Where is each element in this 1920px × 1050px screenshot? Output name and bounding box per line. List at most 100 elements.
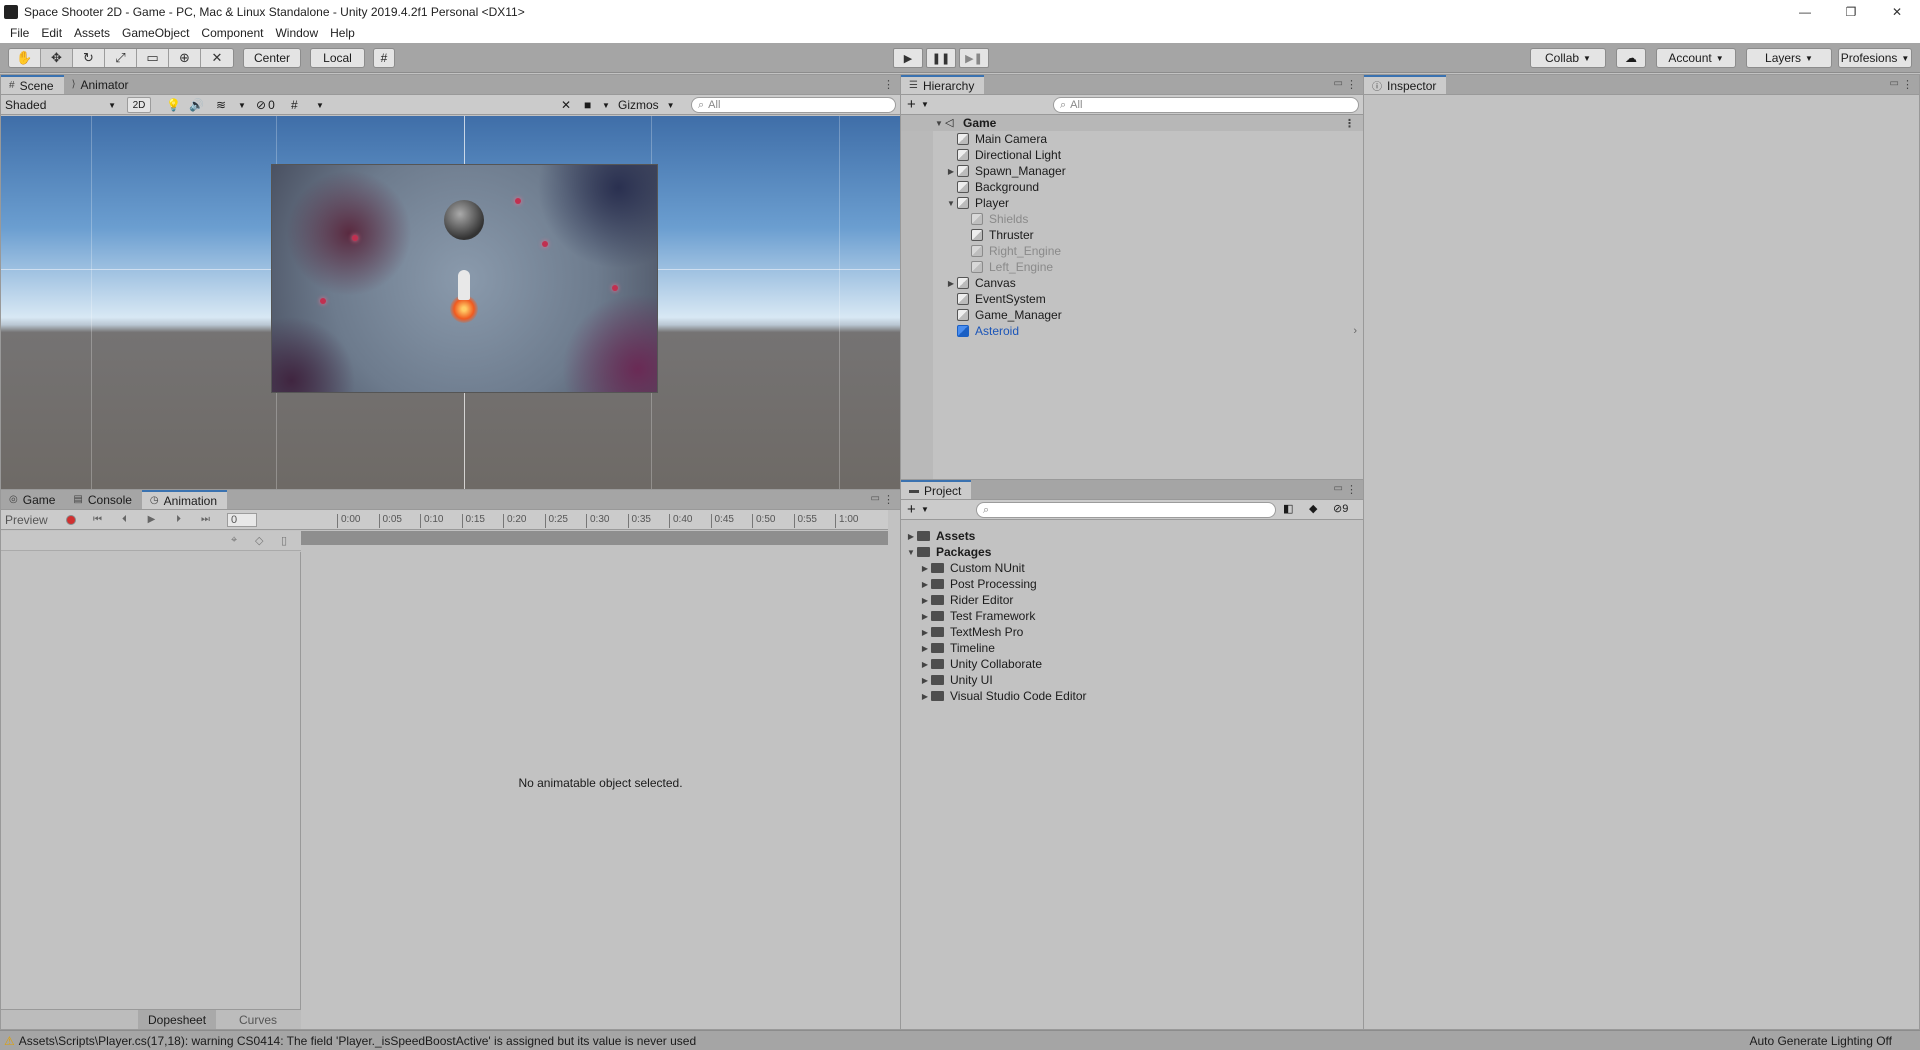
play-icon[interactable]: ▶	[138, 511, 165, 529]
filter-by-type-icon[interactable]: ◧	[1283, 502, 1293, 515]
lock-icon[interactable]: ▭	[1334, 483, 1343, 494]
tab-inspector[interactable]: ⓘ Inspector	[1364, 75, 1447, 94]
list-item[interactable]: Background	[901, 179, 1363, 195]
hand-tool-icon[interactable]: ✋	[9, 49, 41, 67]
folder-assets[interactable]: ▶ Assets	[901, 528, 1363, 544]
pause-icon[interactable]: ❚❚	[926, 48, 956, 68]
filter-by-selection-icon[interactable]: ⌖	[231, 534, 237, 547]
step-icon[interactable]: ▶❚	[959, 48, 989, 68]
menu-window[interactable]: Window	[269, 26, 324, 40]
list-item[interactable]: Thruster	[901, 227, 1363, 243]
tab-dopesheet[interactable]: Dopesheet	[138, 1010, 217, 1029]
lock-icon[interactable]: ▭	[1334, 78, 1343, 89]
menu-help[interactable]: Help	[324, 26, 361, 40]
filter-by-label-icon[interactable]: ◆	[1309, 502, 1317, 515]
package-item[interactable]: ▶ TextMesh Pro	[901, 624, 1363, 640]
audio-icon[interactable]: 🔊	[189, 97, 204, 113]
transform-tool-icon[interactable]: ⊕	[169, 49, 201, 67]
menu-gameobject[interactable]: GameObject	[116, 26, 195, 40]
hidden-packages-toggle[interactable]: ⊘9	[1333, 502, 1348, 515]
lighting-icon[interactable]: 💡	[166, 97, 181, 113]
tab-hierarchy[interactable]: ☰ Hierarchy	[901, 75, 985, 94]
last-key-icon[interactable]: ⏭	[192, 511, 219, 529]
menu-edit[interactable]: Edit	[35, 26, 68, 40]
rect-tool-icon[interactable]: ▭	[137, 49, 169, 67]
package-item[interactable]: ▶ Custom NUnit	[901, 560, 1363, 576]
list-item[interactable]: Right_Engine	[901, 243, 1363, 259]
move-tool-icon[interactable]: ✥	[41, 49, 73, 67]
package-item[interactable]: ▶ Post Processing	[901, 576, 1363, 592]
asteroid-sprite[interactable]	[444, 200, 484, 240]
folder-packages[interactable]: ▼ Packages	[901, 544, 1363, 560]
snap-grid-icon[interactable]: #	[373, 48, 395, 68]
expand-arrow-icon[interactable]: ▶	[905, 532, 917, 541]
package-item[interactable]: ▶ Timeline	[901, 640, 1363, 656]
pivot-center-button[interactable]: Center	[243, 48, 301, 68]
scene-search-input[interactable]: ⌕ All	[691, 97, 896, 113]
menu-file[interactable]: File	[4, 26, 35, 40]
preview-toggle[interactable]: Preview	[1, 513, 57, 527]
scene-row[interactable]: ▼ ◁ Game ⋮	[901, 115, 1363, 131]
add-keyframe-icon[interactable]: ◇	[255, 534, 263, 547]
expand-arrow-icon[interactable]: ▶	[919, 596, 931, 605]
lock-icon[interactable]: ▭	[1890, 78, 1899, 89]
list-item[interactable]: Left_Engine	[901, 259, 1363, 275]
effects-dropdown-icon[interactable]: ▼	[238, 97, 246, 113]
layout-dropdown[interactable]: Profesions ▼	[1838, 48, 1912, 68]
lighting-status[interactable]: Auto Generate Lighting Off	[1749, 1034, 1892, 1048]
expand-arrow-icon[interactable]: ▼	[905, 548, 917, 557]
shading-dropdown[interactable]: Shaded ▼	[5, 97, 120, 113]
camera-icon[interactable]: ■	[584, 97, 591, 113]
camera-dropdown-icon[interactable]: ▼	[602, 97, 610, 113]
expand-arrow-icon[interactable]: ▶	[919, 628, 931, 637]
add-event-icon[interactable]: ▯	[281, 534, 287, 547]
pivot-local-button[interactable]: Local	[310, 48, 365, 68]
play-icon[interactable]: ▶	[893, 48, 923, 68]
add-icon[interactable]: +	[907, 96, 916, 113]
tab-scene[interactable]: # Scene	[1, 75, 64, 94]
2d-toggle[interactable]: 2D	[127, 97, 151, 113]
menu-assets[interactable]: Assets	[68, 26, 116, 40]
expand-arrow-icon[interactable]: ▶	[945, 279, 957, 288]
scene-viewport[interactable]	[1, 116, 900, 489]
next-key-icon[interactable]: ⏵	[165, 511, 192, 529]
panel-menu-icon[interactable]: ⋮	[1346, 483, 1357, 496]
tab-animation[interactable]: ◷ Animation	[141, 490, 228, 509]
expand-arrow-icon[interactable]: ▼	[933, 119, 945, 128]
panel-menu-icon[interactable]: ⋮	[1902, 78, 1913, 91]
project-search-input[interactable]: ⌕	[976, 502, 1276, 518]
prev-key-icon[interactable]: ⏴	[111, 511, 138, 529]
close-button[interactable]: ✕	[1874, 0, 1920, 23]
expand-arrow-icon[interactable]: ▶	[919, 676, 931, 685]
maximize-button[interactable]: ❐	[1828, 0, 1874, 23]
cloud-icon[interactable]: ☁	[1616, 48, 1646, 68]
rotate-tool-icon[interactable]: ↻	[73, 49, 105, 67]
frame-input[interactable]: 0	[227, 512, 257, 527]
tab-animator[interactable]: ⟩ Animator	[64, 75, 139, 94]
add-dropdown-icon[interactable]: ▼	[921, 100, 929, 109]
effects-icon[interactable]: ≋	[216, 97, 226, 113]
list-item[interactable]: Game_Manager	[901, 307, 1363, 323]
package-item[interactable]: ▶ Visual Studio Code Editor	[901, 688, 1363, 704]
package-item[interactable]: ▶ Unity Collaborate	[901, 656, 1363, 672]
list-item[interactable]: EventSystem	[901, 291, 1363, 307]
tab-console[interactable]: ▤ Console	[65, 490, 141, 509]
add-icon[interactable]: +	[907, 501, 916, 518]
expand-arrow-icon[interactable]: ▶	[919, 660, 931, 669]
grid-dropdown-icon[interactable]: ▼	[316, 97, 324, 113]
hidden-objects-toggle[interactable]: ⊘ 0	[256, 97, 275, 113]
panel-menu-icon[interactable]: ⋮	[883, 78, 894, 91]
menu-component[interactable]: Component	[195, 26, 269, 40]
console-warning-message[interactable]: Assets\Scripts\Player.cs(17,18): warning…	[19, 1034, 696, 1048]
package-item[interactable]: ▶ Test Framework	[901, 608, 1363, 624]
timeline-ruler[interactable]: 0:00 0:05 0:10 0:15 0:20 0:25 0:30 0:35 0:40 0:45…	[301, 510, 888, 530]
add-dropdown-icon[interactable]: ▼	[921, 505, 929, 514]
expand-arrow-icon[interactable]: ▼	[945, 199, 957, 208]
game-view-frame[interactable]	[271, 164, 658, 393]
panel-menu-icon[interactable]: ⋮	[1346, 78, 1357, 91]
expand-arrow-icon[interactable]: ▶	[919, 644, 931, 653]
list-item[interactable]: Shields	[901, 211, 1363, 227]
record-button[interactable]	[57, 511, 84, 529]
tools-icon[interactable]: ✕	[561, 97, 571, 113]
tab-curves[interactable]: Curves	[229, 1010, 287, 1029]
